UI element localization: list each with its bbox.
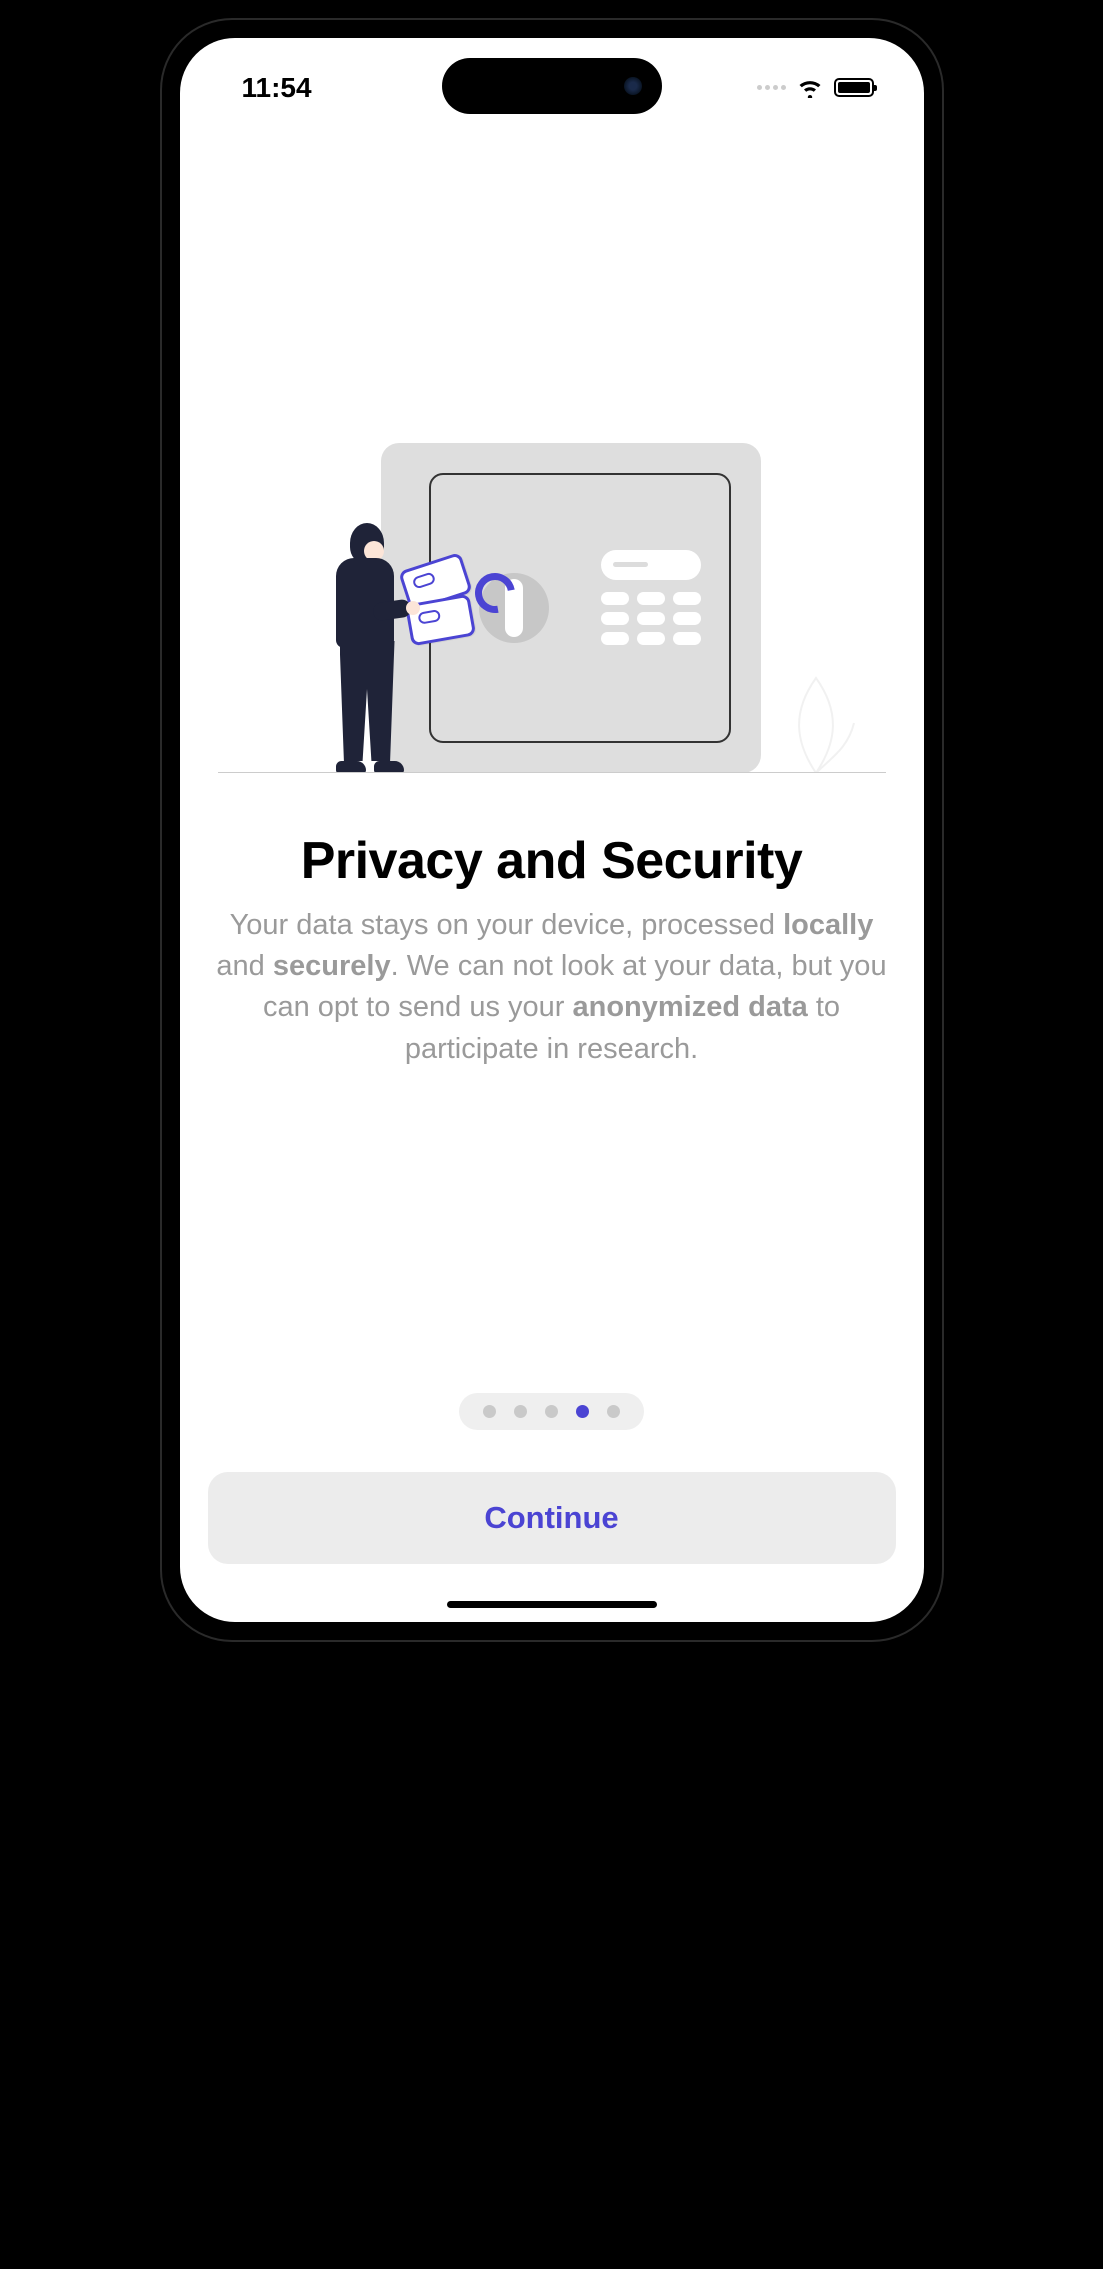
dynamic-island xyxy=(442,58,662,114)
onboarding-footer: Continue xyxy=(180,1393,924,1622)
battery-icon xyxy=(834,78,874,97)
front-camera-icon xyxy=(624,77,642,95)
safe-keypad-icon xyxy=(601,550,701,652)
person-icon xyxy=(318,523,418,773)
page-dot-4[interactable] xyxy=(607,1405,620,1418)
page-dot-0[interactable] xyxy=(483,1405,496,1418)
cellular-icon xyxy=(757,85,786,90)
onboarding-heading: Privacy and Security xyxy=(208,831,896,891)
onboarding-description: Your data stays on your device, processe… xyxy=(208,905,896,1070)
leaf-decoration-icon xyxy=(776,673,856,773)
home-indicator[interactable] xyxy=(447,1601,657,1608)
illustration xyxy=(208,423,896,773)
screen: 11:54 xyxy=(180,38,924,1622)
wifi-icon xyxy=(797,78,823,98)
continue-button[interactable]: Continue xyxy=(208,1472,896,1564)
phone-frame: 11:54 xyxy=(162,20,942,1640)
page-dot-3[interactable] xyxy=(576,1405,589,1418)
page-dot-2[interactable] xyxy=(545,1405,558,1418)
page-dot-1[interactable] xyxy=(514,1405,527,1418)
status-right xyxy=(757,78,874,98)
status-time: 11:54 xyxy=(242,72,312,104)
page-indicator[interactable] xyxy=(208,1393,896,1430)
onboarding-content: Privacy and Security Your data stays on … xyxy=(180,113,924,1393)
